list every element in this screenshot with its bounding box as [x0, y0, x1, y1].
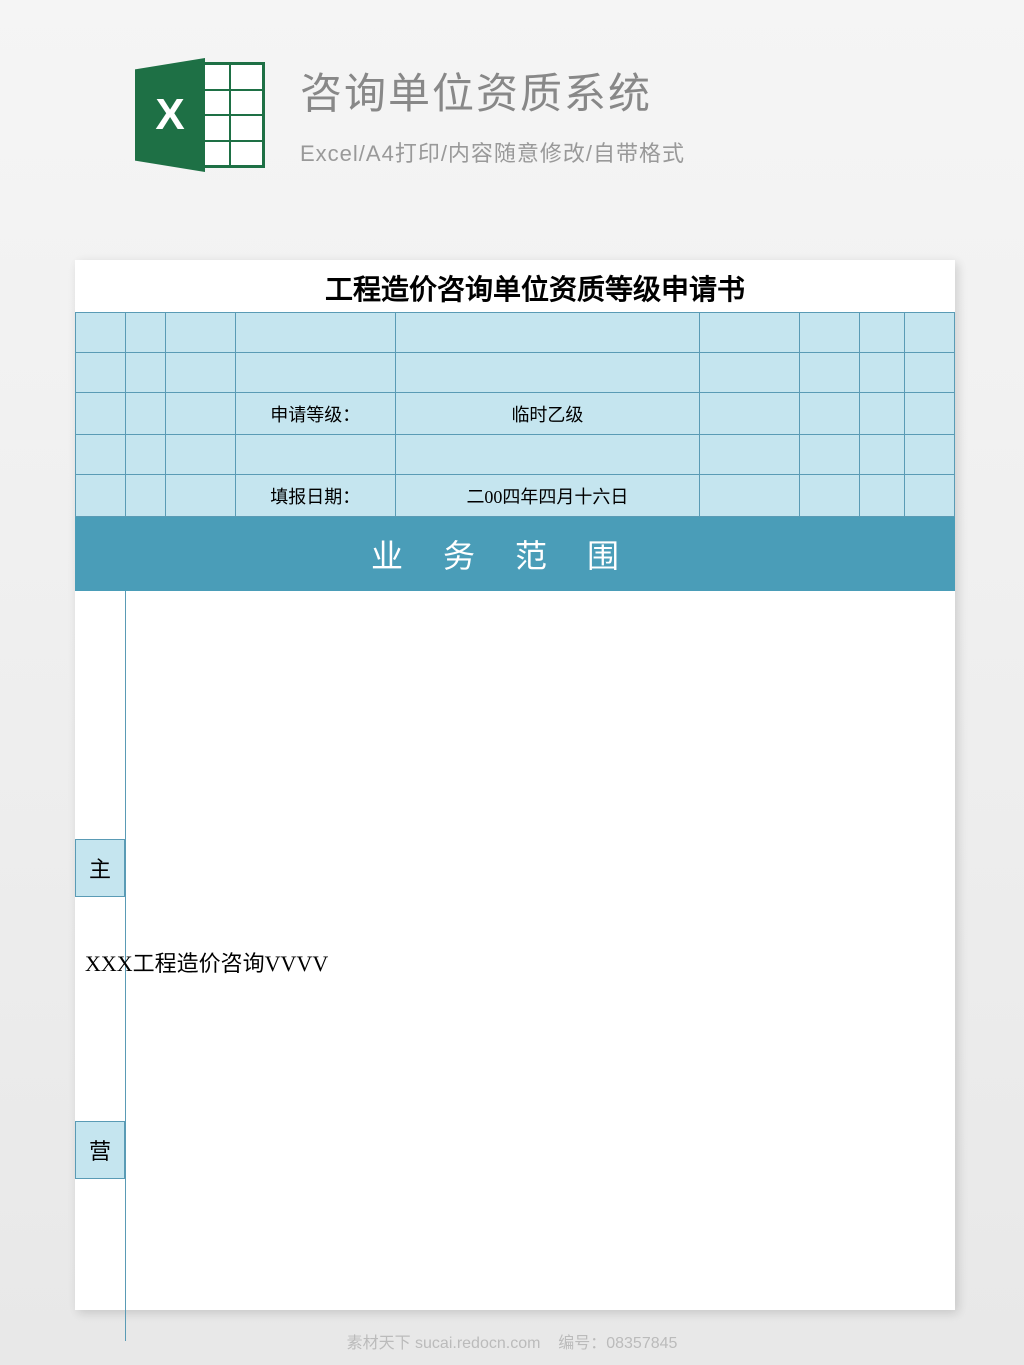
- excel-icon-letter: X: [155, 90, 184, 140]
- watermark-id-value: 08357845: [606, 1335, 677, 1352]
- watermark-id-label: 编号：: [558, 1335, 606, 1352]
- level-label: 申请等级：: [235, 393, 395, 435]
- section-banner: 业务范围: [75, 517, 955, 591]
- page-header: X 咨询单位资质系统 Excel/A4打印/内容随意修改/自带格式: [0, 0, 1024, 180]
- excel-icon: X: [135, 50, 265, 180]
- table-row-date: 填报日期： 二00四年四月十六日: [76, 475, 955, 517]
- table-row: [76, 435, 955, 475]
- header-title: 咨询单位资质系统: [300, 60, 685, 121]
- header-text-block: 咨询单位资质系统 Excel/A4打印/内容随意修改/自带格式: [300, 50, 685, 168]
- watermark-site: 素材天下 sucai.redocn.com: [347, 1335, 541, 1352]
- table-row-level: 申请等级： 临时乙级: [76, 393, 955, 435]
- form-table: 申请等级： 临时乙级 填报日期： 二00四年四月十六日: [75, 312, 955, 517]
- document-title: 工程造价咨询单位资质等级申请书: [75, 260, 955, 312]
- date-value: 二00四年四月十六日: [395, 475, 700, 517]
- side-label-2: 营: [75, 1121, 125, 1179]
- watermark: 素材天下 sucai.redocn.com 编号：08357845: [0, 1329, 1024, 1353]
- date-label: 填报日期：: [235, 475, 395, 517]
- table-row: [76, 313, 955, 353]
- table-row: [76, 353, 955, 393]
- document-preview: 工程造价咨询单位资质等级申请书 申请等级： 临时乙级 填报日期： 二00四年四月…: [75, 260, 955, 1310]
- content-text: XXX工程造价咨询VVVV: [85, 946, 328, 978]
- level-value: 临时乙级: [395, 393, 700, 435]
- header-subtitle: Excel/A4打印/内容随意修改/自带格式: [300, 136, 685, 168]
- excel-icon-badge: X: [135, 58, 205, 172]
- content-area: 主 营 XXX工程造价咨询VVVV: [75, 591, 955, 1341]
- excel-icon-spreadsheet: [195, 62, 265, 168]
- side-label-1: 主: [75, 839, 125, 897]
